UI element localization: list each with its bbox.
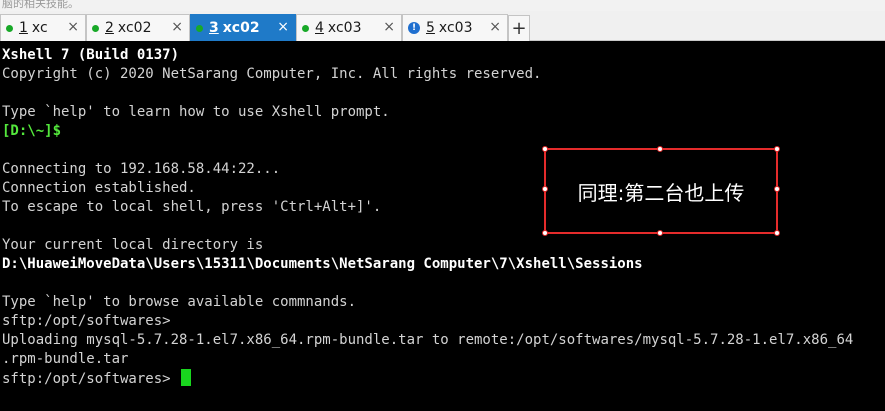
terminal-line: Your current local directory is	[2, 237, 264, 253]
close-icon[interactable]: ×	[489, 19, 501, 35]
annotation-text: 同理:第二台也上传	[577, 180, 745, 205]
session-tab-4[interactable]: 4 xc03 ×	[296, 14, 402, 41]
terminal-line: Connection established.	[2, 180, 196, 196]
tab-name: xc03	[438, 20, 473, 36]
terminal-line: Type `help' to browse available commnand…	[2, 294, 357, 310]
session-tab-3[interactable]: 3 xc02 ×	[190, 14, 296, 41]
close-icon[interactable]: ×	[277, 19, 289, 35]
terminal-prompt-text: sftp:/opt/softwares>	[2, 371, 180, 387]
tab-number: 4	[315, 20, 324, 36]
resize-handle[interactable]	[774, 146, 780, 152]
annotation-box: 同理:第二台也上传	[542, 146, 780, 236]
terminal-line: Uploading mysql-5.7.28-1.el7.x86_64.rpm-…	[2, 332, 854, 348]
connected-status-icon	[196, 24, 203, 32]
close-icon[interactable]: ×	[383, 19, 395, 35]
terminal-input-line[interactable]: sftp:/opt/softwares>	[2, 369, 192, 389]
terminal-cursor	[181, 369, 192, 386]
session-tab-1[interactable]: 1 xc ×	[0, 14, 86, 41]
terminal-line: Connecting to 192.168.58.44:22...	[2, 161, 281, 177]
tab-name: xc02	[117, 20, 152, 36]
tab-number: 2	[105, 20, 114, 36]
session-tab-5[interactable]: ! 5 xc03 ×	[402, 14, 508, 41]
session-tab-2[interactable]: 2 xc02 ×	[86, 14, 190, 41]
warning-icon: !	[408, 22, 420, 34]
tab-number: 1	[19, 20, 28, 36]
connected-status-icon	[6, 24, 13, 32]
resize-handle[interactable]	[542, 146, 548, 152]
terminal-line: .rpm-bundle.tar	[2, 351, 129, 367]
tab-number: 3	[209, 20, 219, 36]
close-icon[interactable]: ×	[171, 19, 183, 35]
resize-handle[interactable]	[774, 230, 780, 236]
terminal-line: D:\HuaweiMoveData\Users\15311\Documents\…	[2, 256, 643, 272]
connected-status-icon	[92, 24, 99, 32]
tab-name: xc03	[327, 20, 362, 36]
resize-handle[interactable]	[657, 230, 663, 236]
terminal-prompt: [D:\~]$	[2, 123, 62, 139]
top-strip-text: 脑的相关技能。	[2, 0, 79, 10]
terminal-line: Type `help' to learn how to use Xshell p…	[2, 104, 390, 120]
add-tab-button[interactable]: +	[508, 15, 530, 41]
tab-number: 5	[426, 20, 435, 36]
session-tab-bar: 1 xc × 2 xc02 × 3 xc02 × 4 xc03 × ! 5 xc…	[0, 11, 885, 41]
tab-name: xc02	[222, 20, 260, 36]
connected-status-icon	[302, 24, 309, 32]
tab-name: xc	[31, 20, 48, 36]
resize-handle[interactable]	[774, 186, 780, 192]
resize-handle[interactable]	[542, 186, 548, 192]
close-icon[interactable]: ×	[67, 19, 79, 35]
top-strip: 脑的相关技能。	[0, 0, 885, 11]
resize-handle[interactable]	[542, 230, 548, 236]
terminal-line: To escape to local shell, press 'Ctrl+Al…	[2, 199, 382, 215]
terminal-line: sftp:/opt/softwares>	[2, 313, 171, 329]
resize-handle[interactable]	[657, 146, 663, 152]
terminal-line: Xshell 7 (Build 0137)	[2, 47, 180, 63]
terminal-line: Copyright (c) 2020 NetSarang Computer, I…	[2, 66, 542, 82]
